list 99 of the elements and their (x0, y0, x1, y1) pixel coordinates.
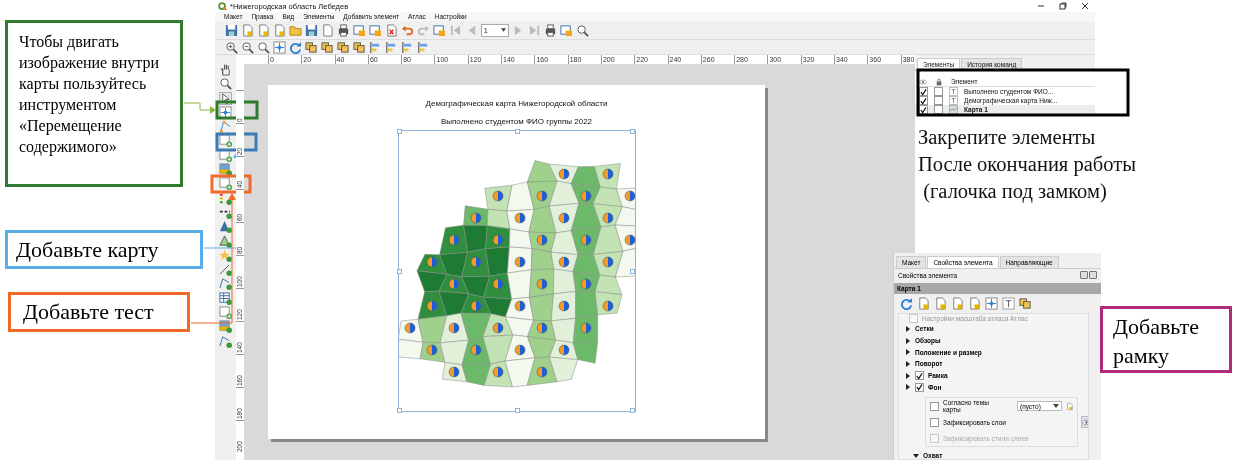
instruction-text: После окончания работы (918, 152, 1136, 178)
refresh-icon[interactable] (900, 297, 913, 310)
view-scale-icon[interactable] (968, 297, 981, 310)
add-map-icon[interactable] (219, 134, 232, 148)
callout-note: Чтобы двигать изображение внутри карты пользуйтесь инструментом «Перемещение содержимого» (5, 20, 183, 187)
resize-handle[interactable] (396, 408, 402, 413)
atlas-settings-icon[interactable] (576, 23, 589, 37)
resize-handle[interactable] (629, 408, 635, 413)
expand-arrow-icon[interactable] (905, 384, 911, 391)
lock-icon (935, 77, 943, 86)
zoom-in-icon[interactable] (225, 40, 238, 54)
map-title: Демографическая карта Нижегородской области (425, 99, 608, 108)
text-item-icon (949, 96, 958, 105)
add-north-arrow-icon[interactable] (219, 220, 232, 234)
add-label-icon[interactable] (219, 177, 232, 191)
printer-icon[interactable] (544, 23, 557, 37)
highlight-frame (215, 100, 259, 120)
expand-arrow-icon[interactable] (905, 372, 911, 379)
export-svg-icon[interactable] (369, 23, 382, 37)
expand-arrow-icon[interactable] (905, 360, 911, 367)
resize-handle[interactable] (629, 269, 635, 274)
checkbox[interactable] (915, 382, 924, 392)
expand-arrow-icon[interactable] (905, 349, 911, 356)
zoom-actual-icon[interactable] (257, 40, 270, 54)
checkbox[interactable] (919, 105, 928, 114)
view-extent-icon[interactable] (934, 297, 947, 310)
callout-note: Добавьте рамку (1100, 306, 1232, 373)
add-line-icon[interactable] (219, 263, 232, 277)
map-subtitle: Выполнено студентом ФИО группы 2022 (440, 117, 593, 126)
unlock-items-icon[interactable] (353, 40, 366, 54)
callout-note: Добавьте тест (8, 292, 190, 332)
maximize-icon[interactable] (1059, 2, 1067, 10)
add-table-icon[interactable] (219, 291, 232, 305)
resize-handle[interactable] (514, 129, 520, 134)
collapse-arrow-icon[interactable] (913, 452, 919, 459)
resize-handle[interactable] (514, 408, 520, 413)
close-icon[interactable] (1081, 2, 1089, 10)
raise-icon[interactable] (369, 40, 382, 54)
dropdown-arrow-icon (1052, 404, 1059, 409)
hand-icon[interactable] (219, 63, 232, 76)
resize-handle[interactable] (396, 269, 402, 274)
add-legend-icon[interactable] (219, 191, 232, 205)
layout-manager-icon[interactable] (273, 23, 286, 37)
checkbox[interactable] (915, 371, 924, 380)
checkbox[interactable] (930, 401, 939, 411)
highlight-frame (210, 174, 252, 194)
refresh-icon[interactable] (289, 40, 302, 54)
map-item-icon (949, 105, 958, 114)
add-shape-icon[interactable] (219, 234, 232, 248)
eye-icon (919, 77, 927, 86)
lock-items-icon[interactable] (337, 40, 350, 54)
checkbox[interactable] (919, 87, 928, 96)
resize-handle[interactable] (396, 129, 402, 134)
expand-arrow-icon[interactable] (905, 325, 911, 332)
atlas-preview-icon[interactable] (433, 23, 446, 37)
folder-icon[interactable] (289, 23, 302, 37)
add-picture-icon[interactable] (219, 163, 232, 177)
pdf-icon[interactable] (385, 23, 398, 37)
text-item-icon (949, 87, 958, 96)
checkbox[interactable] (934, 96, 943, 105)
duplicate-layout-icon[interactable] (257, 23, 270, 37)
add-marker-icon[interactable] (219, 248, 232, 262)
align-icon[interactable] (385, 40, 398, 54)
distribute-icon[interactable] (401, 40, 414, 54)
move-content-icon[interactable] (219, 105, 232, 119)
app-logo-icon (218, 1, 227, 11)
save-as-icon[interactable] (305, 23, 318, 37)
set-extent-icon[interactable] (917, 297, 930, 310)
callout-note: Добавьте карту (5, 230, 203, 269)
node-edit-icon[interactable] (219, 120, 232, 134)
set-scale-icon[interactable] (951, 297, 964, 310)
instruction-text: Закрепите элементы (918, 125, 1097, 151)
add-elevation-icon[interactable] (219, 334, 232, 348)
close-button[interactable] (1089, 271, 1097, 279)
minimize-icon[interactable] (1037, 2, 1045, 10)
resize-handle[interactable] (629, 129, 635, 134)
instruction-text: (галочка под замком) (922, 179, 1108, 205)
printer-icon[interactable] (337, 23, 350, 37)
expand-arrow-icon[interactable] (905, 337, 911, 344)
ungroup-icon[interactable] (321, 40, 334, 54)
add-chart-icon[interactable] (219, 320, 232, 334)
add-html-icon[interactable] (219, 306, 232, 320)
data-defined-icon[interactable] (1065, 400, 1073, 412)
undo-icon[interactable] (401, 23, 414, 37)
save-icon[interactable] (225, 23, 238, 37)
checkbox[interactable] (930, 417, 939, 427)
zoom-full-icon[interactable] (273, 40, 286, 54)
zoom-out-icon[interactable] (241, 40, 254, 54)
checkbox[interactable] (934, 87, 943, 96)
dropdown-arrow-icon (501, 28, 506, 32)
float-button[interactable] (1080, 271, 1088, 279)
layer-icon[interactable] (1019, 297, 1032, 310)
resize-icon[interactable] (417, 40, 430, 54)
group-icon[interactable] (305, 40, 318, 54)
checkbox[interactable] (934, 105, 943, 114)
move-content-icon[interactable] (985, 297, 998, 310)
leader-line (183, 102, 216, 114)
zoom-icon[interactable] (219, 77, 232, 91)
add-polyline-icon[interactable] (219, 277, 232, 291)
